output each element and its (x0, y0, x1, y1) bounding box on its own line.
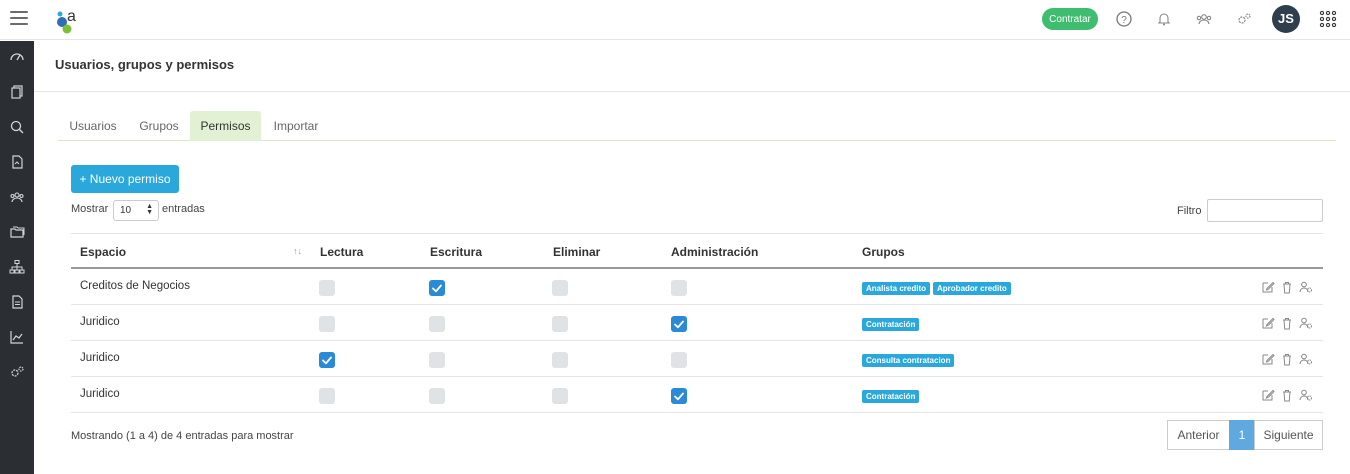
escritura-checkbox[interactable] (429, 352, 445, 368)
table-row: Creditos de Negocios Analista credito Apro… (71, 269, 1323, 305)
administracion-checkbox[interactable] (671, 280, 687, 296)
tab-usuarios[interactable]: Usuarios (58, 111, 128, 141)
lectura-checkbox[interactable] (319, 316, 335, 332)
lectura-checkbox[interactable] (319, 280, 335, 296)
edit-icon[interactable] (1261, 352, 1275, 366)
next-page-button[interactable]: Siguiente (1254, 420, 1323, 450)
hierarchy-icon[interactable] (6, 256, 28, 278)
espacio-cell: Juridico (80, 352, 120, 364)
table-body: Creditos de Negocios Analista credito Apro… (71, 269, 1323, 413)
administracion-checkbox[interactable] (671, 316, 687, 332)
tab-bar: Usuarios Grupos Permisos Importar (58, 111, 1336, 141)
users-icon[interactable] (1194, 9, 1214, 29)
groups-cell: Consulta contratacion (862, 354, 957, 368)
administracion-checkbox[interactable] (671, 388, 687, 404)
new-permission-button[interactable]: + Nuevo permiso (71, 165, 179, 193)
group-badge: Aprobador credito (933, 282, 1011, 295)
filter-label: Filtro (1177, 205, 1202, 217)
trash-icon[interactable] (1280, 352, 1294, 366)
table-row: Juridico Contratación (71, 305, 1323, 341)
user-permissions-icon[interactable] (1299, 352, 1313, 366)
table-row: Juridico Contratación (71, 377, 1323, 413)
column-header-lectura[interactable]: Lectura (320, 245, 363, 259)
column-header-espacio[interactable]: Espacio (80, 245, 126, 259)
user-permissions-icon[interactable] (1299, 280, 1313, 294)
table-header: Espacio ↑↓ Lectura Escritura Eliminar Ad… (71, 233, 1323, 269)
groups-cell: Contratación (862, 318, 922, 332)
show-label: Mostrar (71, 203, 109, 215)
report-icon[interactable] (6, 291, 28, 313)
escritura-checkbox[interactable] (429, 388, 445, 404)
file-icon[interactable] (6, 151, 28, 173)
user-avatar[interactable]: JS (1272, 5, 1300, 33)
trash-icon[interactable] (1280, 280, 1294, 294)
edit-icon[interactable] (1261, 280, 1275, 294)
contratar-button[interactable]: Contratar (1042, 8, 1098, 30)
filter-input[interactable] (1207, 199, 1323, 222)
lectura-checkbox[interactable] (319, 388, 335, 404)
user-permissions-icon[interactable] (1299, 388, 1313, 402)
escritura-checkbox[interactable] (429, 316, 445, 332)
permissions-table: Espacio ↑↓ Lectura Escritura Eliminar Ad… (71, 233, 1323, 413)
group-badge: Analista credito (862, 282, 931, 295)
bell-icon[interactable] (1154, 9, 1174, 29)
select-arrows-icon: ▲ ▼ (146, 203, 153, 216)
tab-importar[interactable]: Importar (261, 111, 331, 141)
espacio-cell: Juridico (80, 388, 120, 400)
entries-length-select[interactable]: 10 ▲ ▼ (113, 200, 159, 221)
user-permissions-icon[interactable] (1299, 316, 1313, 330)
app-logo[interactable]: a (54, 4, 84, 34)
sidebar (0, 41, 34, 474)
trash-icon[interactable] (1280, 316, 1294, 330)
group-badge: Consulta contratacion (862, 354, 955, 367)
trash-icon[interactable] (1280, 388, 1294, 402)
espacio-cell: Juridico (80, 316, 120, 328)
svg-text:a: a (67, 8, 76, 25)
table-info: Mostrando (1 a 4) de 4 entradas para mos… (71, 430, 294, 442)
documents-icon[interactable] (6, 81, 28, 103)
users-icon[interactable] (6, 186, 28, 208)
group-badge: Contratación (862, 318, 920, 331)
eliminar-checkbox[interactable] (552, 352, 568, 368)
administracion-checkbox[interactable] (671, 352, 687, 368)
sort-icon[interactable]: ↑↓ (293, 246, 302, 256)
column-header-eliminar[interactable]: Eliminar (553, 245, 600, 259)
column-header-escritura[interactable]: Escritura (430, 245, 482, 259)
tab-grupos[interactable]: Grupos (128, 111, 190, 141)
escritura-checkbox[interactable] (429, 280, 445, 296)
chart-icon[interactable] (6, 326, 28, 348)
groups-cell: Contratación (862, 390, 922, 404)
edit-icon[interactable] (1261, 316, 1275, 330)
page-header: Usuarios, grupos y permisos (34, 41, 1350, 92)
edit-icon[interactable] (1261, 388, 1275, 402)
entries-label: entradas (162, 203, 205, 215)
table-row: Juridico Consulta contratacion (71, 341, 1323, 377)
lectura-checkbox[interactable] (319, 352, 335, 368)
dashboard-icon[interactable] (6, 46, 28, 68)
settings-icon[interactable] (1234, 9, 1254, 29)
column-header-administracion[interactable]: Administración (671, 245, 758, 259)
search-icon[interactable] (6, 116, 28, 138)
tab-permisos[interactable]: Permisos (190, 111, 261, 141)
svg-text:?: ? (1121, 15, 1127, 26)
eliminar-checkbox[interactable] (552, 316, 568, 332)
apps-grid-icon[interactable] (1318, 9, 1338, 29)
page-1-button[interactable]: 1 (1229, 420, 1255, 450)
help-icon[interactable]: ? (1114, 9, 1134, 29)
espacio-cell: Creditos de Negocios (80, 280, 190, 292)
top-bar: a Contratar ? JS (0, 0, 1350, 40)
entries-length-value: 10 (120, 205, 132, 216)
settings-icon[interactable] (6, 361, 28, 383)
column-header-grupos[interactable]: Grupos (862, 245, 905, 259)
menu-icon[interactable] (10, 11, 28, 27)
group-badge: Contratación (862, 390, 920, 403)
eliminar-checkbox[interactable] (552, 388, 568, 404)
eliminar-checkbox[interactable] (552, 280, 568, 296)
groups-cell: Analista credito Aprobador credito (862, 282, 1014, 296)
prev-page-button[interactable]: Anterior (1167, 420, 1230, 450)
page-title: Usuarios, grupos y permisos (55, 57, 235, 72)
folders-icon[interactable] (6, 221, 28, 243)
